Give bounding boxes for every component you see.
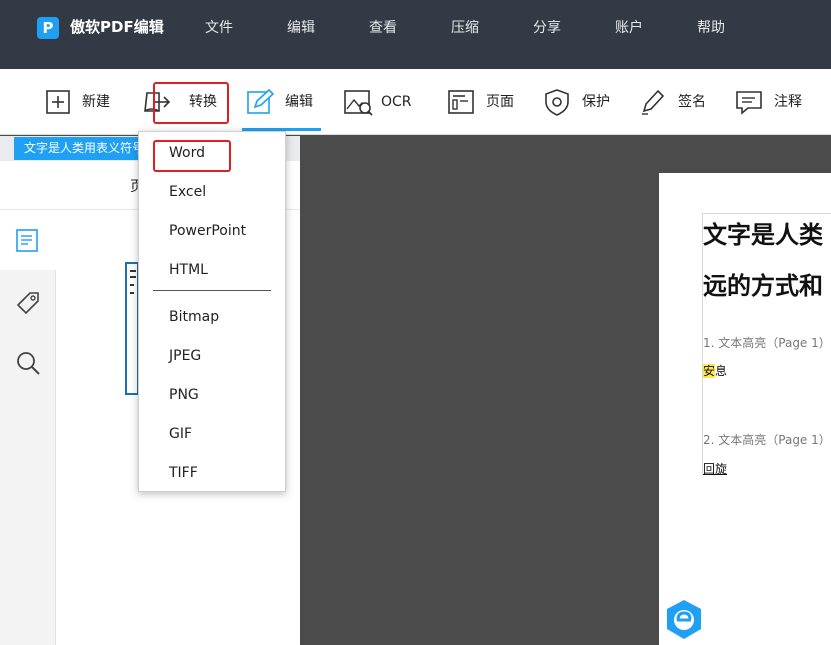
menu-edit[interactable]: 编辑 xyxy=(287,18,315,38)
convert-to-excel[interactable]: Excel xyxy=(169,182,206,202)
new-button[interactable]: 新建 xyxy=(44,84,110,120)
convert-label: 转换 xyxy=(189,94,217,110)
annotate-label: 注释 xyxy=(774,94,802,110)
text-object-tab[interactable]: 文字是人类用表义符号 xyxy=(14,137,142,160)
convert-to-gif[interactable]: GIF xyxy=(169,424,192,444)
annotation-body-2: 回旋 xyxy=(703,462,728,476)
convert-button[interactable]: 转换 xyxy=(141,84,217,120)
main-toolbar xyxy=(0,69,831,135)
new-label: 新建 xyxy=(82,94,110,110)
menu-separator xyxy=(153,290,271,291)
signature-pen-icon xyxy=(638,87,668,117)
convert-to-bitmap[interactable]: Bitmap xyxy=(169,307,219,327)
search-icon[interactable] xyxy=(14,349,42,377)
doc-heading-line-1[interactable]: 文字是人类 xyxy=(703,220,823,250)
menu-compress[interactable]: 压缩 xyxy=(451,18,479,38)
doc-heading-line-2[interactable]: 远的方式和 xyxy=(703,271,823,301)
watermark-text: 易软汇 xyxy=(714,602,804,637)
convert-to-powerpoint[interactable]: PowerPoint xyxy=(169,221,246,241)
convert-dropdown-menu: Word Excel PowerPoint HTML Bitmap JPEG P… xyxy=(138,131,286,492)
comment-icon xyxy=(734,87,764,117)
plus-box-icon xyxy=(44,87,74,117)
body-text-rest: 息 xyxy=(715,364,728,378)
thumbnail-icon[interactable] xyxy=(14,227,42,255)
menu-help[interactable]: 帮助 xyxy=(697,18,725,38)
left-icon-column xyxy=(0,210,56,645)
app-title: 傲软PDF编辑 xyxy=(70,18,164,36)
sign-button[interactable]: 签名 xyxy=(638,84,706,120)
annotation-body-1: 安息 xyxy=(703,363,727,379)
edit-button[interactable]: 编辑 xyxy=(245,84,313,120)
menu-view[interactable]: 查看 xyxy=(369,18,397,38)
convert-to-html[interactable]: HTML xyxy=(169,260,208,280)
page-button[interactable]: 页面 xyxy=(446,84,514,120)
watermark-logo-icon xyxy=(664,598,704,642)
page-thumbnail[interactable] xyxy=(125,262,139,395)
protect-label: 保护 xyxy=(582,94,610,110)
sign-label: 签名 xyxy=(678,94,706,110)
convert-to-jpeg[interactable]: JPEG xyxy=(169,346,201,366)
edit-label: 编辑 xyxy=(285,94,313,110)
menu-share[interactable]: 分享 xyxy=(533,18,561,38)
convert-to-png[interactable]: PNG xyxy=(169,385,199,405)
app-logo-icon: P xyxy=(37,17,59,39)
menu-account[interactable]: 账户 xyxy=(615,18,643,38)
page-layout-icon xyxy=(446,87,476,117)
ocr-label: OCR xyxy=(381,94,412,110)
protect-button[interactable]: 保护 xyxy=(542,84,610,120)
convert-icon xyxy=(141,87,171,117)
convert-to-word[interactable]: Word xyxy=(169,143,205,163)
menu-file[interactable]: 文件 xyxy=(205,18,233,38)
edit-pen-icon xyxy=(245,87,275,117)
shield-icon xyxy=(542,87,572,117)
ocr-image-icon xyxy=(343,87,373,117)
highlighted-text: 安 xyxy=(703,364,716,378)
annotation-label-2: 2. 文本高亮（Page 1） xyxy=(703,433,831,447)
annotation-label-1: 1. 文本高亮（Page 1） xyxy=(703,336,831,350)
tag-icon[interactable] xyxy=(14,289,42,317)
annotate-button[interactable]: 注释 xyxy=(734,84,802,120)
page-label: 页面 xyxy=(486,94,514,110)
convert-to-tiff[interactable]: TIFF xyxy=(169,463,198,483)
ocr-button[interactable]: OCR xyxy=(343,84,412,120)
